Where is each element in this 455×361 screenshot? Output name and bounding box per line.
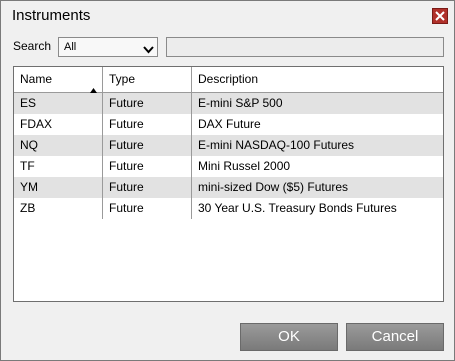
- close-icon: [435, 11, 445, 21]
- instruments-dialog: Instruments Search All Name Type Descrip…: [0, 0, 455, 361]
- cell-type: Future: [109, 180, 144, 194]
- column-divider: [102, 93, 103, 219]
- search-label: Search: [13, 39, 52, 53]
- search-filter-value: All: [64, 41, 77, 53]
- cell-name: ES: [20, 96, 37, 110]
- table-row[interactable]: FDAX Future DAX Future: [14, 114, 443, 135]
- column-header-description-label: Description: [198, 72, 259, 86]
- title-bar[interactable]: Instruments: [1, 1, 454, 29]
- cell-description: Mini Russel 2000: [198, 159, 291, 173]
- search-input[interactable]: [166, 37, 444, 57]
- cell-name: YM: [20, 180, 38, 194]
- table-row[interactable]: NQ Future E-mini NASDAQ-100 Futures: [14, 135, 443, 156]
- cell-description: DAX Future: [198, 117, 261, 131]
- column-header-type-label: Type: [109, 72, 136, 86]
- cell-type: Future: [109, 96, 144, 110]
- cell-type: Future: [109, 201, 144, 215]
- table-row[interactable]: TF Future Mini Russel 2000: [14, 156, 443, 177]
- cell-description: mini-sized Dow ($5) Futures: [198, 180, 349, 194]
- cancel-button[interactable]: Cancel: [346, 323, 444, 351]
- cell-name: ZB: [20, 201, 36, 215]
- cell-description: 30 Year U.S. Treasury Bonds Futures: [198, 201, 397, 215]
- cell-description: E-mini S&P 500: [198, 96, 283, 110]
- search-filter-select[interactable]: All: [58, 37, 158, 57]
- chevron-down-icon: [143, 42, 154, 60]
- cell-description: E-mini NASDAQ-100 Futures: [198, 138, 355, 152]
- column-header-name-label: Name: [20, 72, 53, 86]
- table-row[interactable]: YM Future mini-sized Dow ($5) Futures: [14, 177, 443, 198]
- cell-name: TF: [20, 159, 35, 173]
- column-header-name[interactable]: Name: [14, 67, 102, 93]
- ok-button[interactable]: OK: [240, 323, 338, 351]
- table-row[interactable]: ZB Future 30 Year U.S. Treasury Bonds Fu…: [14, 198, 443, 219]
- instruments-table: Name Type Description ES Future E-mini S…: [13, 66, 444, 302]
- cell-name: FDAX: [20, 117, 53, 131]
- table-header: Name Type Description: [14, 67, 443, 93]
- cell-name: NQ: [20, 138, 38, 152]
- dialog-title: Instruments: [12, 7, 91, 24]
- column-header-description[interactable]: Description: [191, 67, 443, 92]
- cell-type: Future: [109, 159, 144, 173]
- column-divider: [191, 93, 192, 219]
- column-header-type[interactable]: Type: [102, 67, 191, 92]
- close-button[interactable]: [432, 8, 448, 24]
- table-row[interactable]: ES Future E-mini S&P 500: [14, 93, 443, 114]
- cell-type: Future: [109, 117, 144, 131]
- cell-type: Future: [109, 138, 144, 152]
